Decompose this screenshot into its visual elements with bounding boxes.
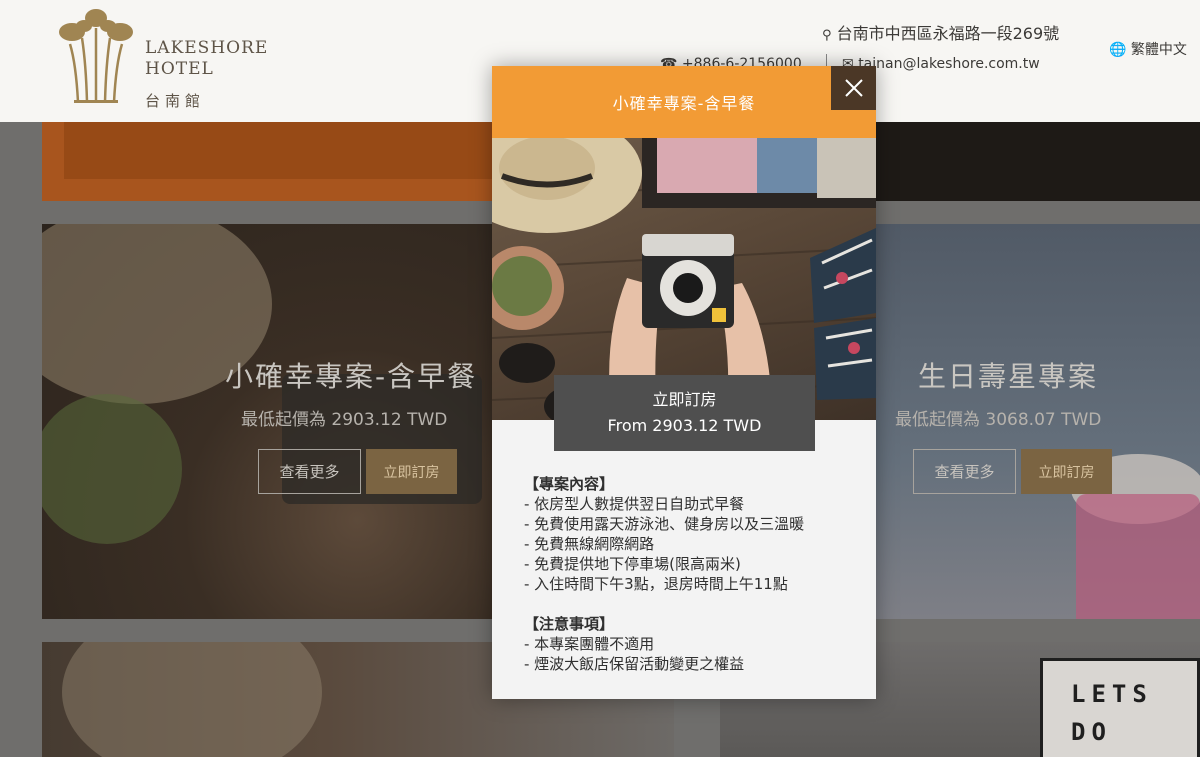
language-label: 繁體中文 [1130, 42, 1187, 58]
modal-book-now-button[interactable]: 立即訂房 From 2903.12 TWD [554, 375, 815, 451]
hotel-branch: 台南館 [145, 92, 206, 110]
close-button[interactable] [831, 66, 876, 110]
modal-header: 小確幸專案-含早餐 [492, 66, 876, 138]
lightbox-text: LETS DO [1071, 680, 1153, 746]
globe-icon: 🌐 [1109, 42, 1127, 58]
modal-book-price: From 2903.12 TWD [607, 416, 762, 435]
view-more-button[interactable]: 查看更多 [258, 449, 361, 494]
notes-heading: 【注意事項】 [524, 615, 615, 633]
package-card: 生日壽星專案 最低起價為 3068.07 TWD 查看更多 立即訂房 [876, 224, 1200, 619]
content-item: - 依房型人數提供翌日自助式早餐 [524, 495, 745, 513]
hotel-logo-icon[interactable] [56, 4, 136, 112]
map-pin-icon: ⚲ [822, 28, 832, 43]
notes-item: - 煙波大飯店保留活動變更之權益 [524, 655, 745, 673]
close-icon [844, 79, 863, 97]
content-item: - 免費無線網際網路 [524, 535, 655, 553]
email-address: tainan@lakeshore.com.tw [858, 56, 1040, 72]
address-text: 台南市中西區永福路一段269號 [836, 24, 1060, 43]
content-heading: 【專案內容】 [524, 475, 615, 493]
language-switcher[interactable]: 🌐 繁體中文 [1109, 39, 1187, 59]
package-modal: 小確幸專案-含早餐 立即訂房 From 2903.12 TWD 【專案內容】 -… [492, 66, 876, 699]
package-details: 【專案內容】 - 依房型人數提供翌日自助式早餐 - 免費使用露天游泳池、健身房以… [524, 474, 854, 674]
content-item: - 免費提供地下停車場(限高兩米) [524, 555, 741, 573]
banner-strip-dark [876, 122, 1200, 201]
content-item: - 免費使用露天游泳池、健身房以及三溫暖 [524, 515, 805, 533]
content-item: - 入住時間下午3點，退房時間上午11點 [524, 575, 788, 593]
package-card-title: 生日壽星專案 [918, 360, 1099, 393]
hotel-name: LAKESHORE HOTEL [145, 38, 269, 79]
modal-book-label: 立即訂房 [652, 390, 717, 409]
book-now-button[interactable]: 立即訂房 [1021, 449, 1112, 494]
view-more-button[interactable]: 查看更多 [913, 449, 1016, 494]
package-card: 小確幸專案-含早餐 最低起價為 2903.12 TWD 查看更多 立即訂房 [42, 224, 492, 619]
address: ⚲ 台南市中西區永福路一段269號 [822, 20, 1059, 44]
modal-title: 小確幸專案-含早餐 [612, 94, 756, 113]
package-card-price: 最低起價為 2903.12 TWD [241, 410, 448, 430]
package-card-price: 最低起價為 3068.07 TWD [895, 410, 1102, 430]
banner-strip [42, 122, 492, 201]
package-card-title: 小確幸專案-含早餐 [225, 360, 478, 393]
lightbox-sign: LETS DO [1040, 658, 1200, 757]
notes-item: - 本專案團體不適用 [524, 635, 655, 653]
book-now-button[interactable]: 立即訂房 [366, 449, 457, 494]
